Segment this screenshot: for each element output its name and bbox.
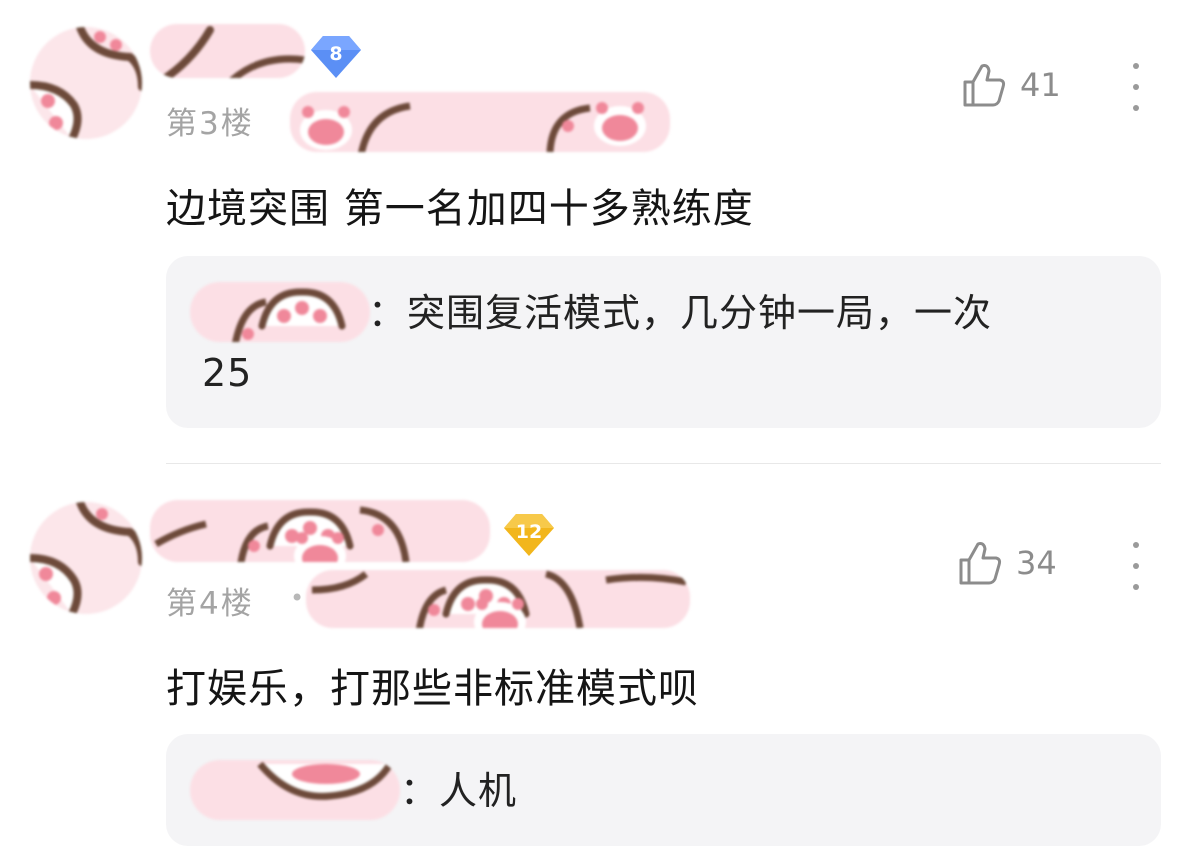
level-badge: 8	[309, 34, 363, 80]
comment-item: 12 第4楼 • 34 打娱乐，打那些非标准模式呗 ：人机	[0, 480, 1200, 867]
like-count: 41	[1020, 66, 1061, 104]
thumbs-up-icon	[959, 542, 1002, 585]
like-button[interactable]: 41	[962, 62, 1061, 108]
more-dot	[1133, 563, 1139, 569]
more-dot	[1133, 584, 1139, 590]
level-number: 8	[329, 43, 343, 65]
floor-label: 第3楼	[166, 106, 254, 142]
more-dot	[1133, 105, 1139, 111]
thumbs-up-icon	[963, 64, 1006, 107]
reply-preview[interactable]: ：人机	[166, 734, 1161, 846]
more-dot	[1133, 542, 1139, 548]
like-count: 34	[1016, 544, 1057, 582]
floor-label: 第4楼	[166, 586, 254, 622]
avatar[interactable]	[30, 27, 142, 139]
reply-text-line1: ：人机	[400, 769, 518, 813]
reply-username-sticker[interactable]	[190, 760, 400, 820]
more-options-button[interactable]	[1126, 542, 1146, 590]
more-dot	[1133, 63, 1139, 69]
comment-text: 打娱乐，打那些非标准模式呗	[166, 666, 699, 712]
comment-item: 8 第3楼 41 边境突围 第一名加四十多熟练度 ：突围复活模式，几分钟一局，一…	[0, 0, 1200, 440]
level-badge: 12	[502, 512, 556, 558]
meta-sticker	[306, 570, 690, 628]
like-button[interactable]: 34	[958, 540, 1057, 586]
reply-preview[interactable]: ：突围复活模式，几分钟一局，一次 25	[166, 256, 1161, 428]
username-sticker[interactable]	[150, 24, 305, 78]
comment-text: 边境突围 第一名加四十多熟练度	[166, 186, 754, 232]
avatar[interactable]	[30, 502, 142, 614]
more-options-button[interactable]	[1126, 63, 1146, 111]
floor-separator: •	[290, 584, 305, 612]
reply-username-sticker[interactable]	[190, 282, 370, 342]
reply-text-line2: 25	[202, 351, 253, 395]
level-number: 12	[515, 521, 543, 543]
reply-text-line1: ：突围复活模式，几分钟一局，一次	[368, 291, 993, 335]
meta-sticker	[290, 92, 670, 152]
more-dot	[1133, 84, 1139, 90]
username-sticker[interactable]	[150, 500, 490, 562]
comment-divider	[166, 463, 1161, 464]
